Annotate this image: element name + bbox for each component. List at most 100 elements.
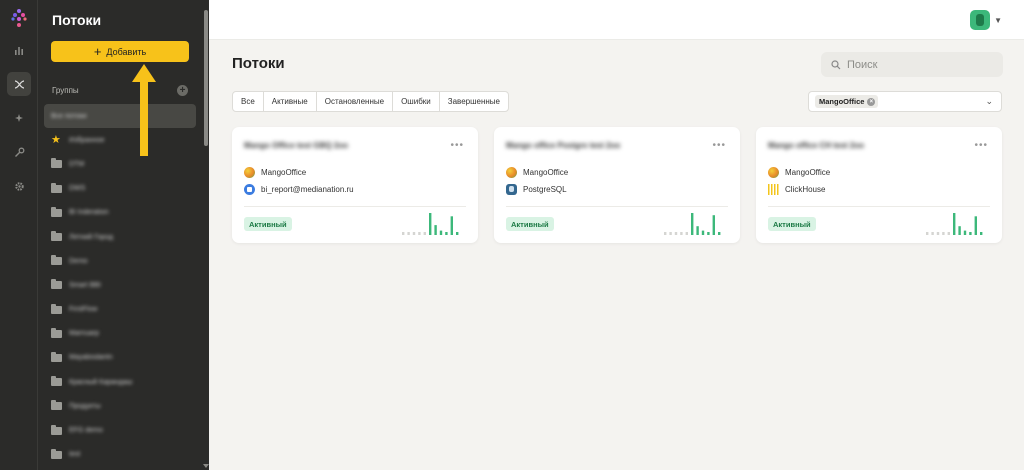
gear-icon[interactable] — [7, 174, 31, 198]
activity-bar — [963, 230, 967, 235]
group-label: Летний Город — [69, 233, 114, 241]
status-badge: Активный — [768, 217, 816, 231]
status-badge: Активный — [244, 217, 292, 231]
more-menu-icon[interactable]: ••• — [450, 140, 464, 151]
icon-rail — [0, 0, 38, 470]
activity-bar — [429, 213, 432, 235]
flows-icon[interactable] — [7, 72, 31, 96]
activity-bar — [418, 232, 421, 235]
group-label: DWS — [69, 185, 86, 193]
activity-sparkline — [664, 213, 721, 235]
activity-bar — [974, 216, 977, 235]
scrollbar-thumb[interactable] — [204, 10, 208, 146]
activity-bar — [434, 225, 437, 235]
folder-icon — [51, 448, 62, 459]
target-label: PostgreSQL — [523, 185, 567, 194]
star-icon: ★ — [51, 133, 61, 146]
target-label: ClickHouse — [785, 185, 826, 194]
sidebar-group-item[interactable]: DWS — [44, 177, 196, 201]
tab-active[interactable]: Активные — [264, 92, 317, 111]
add-group-icon[interactable]: + — [177, 84, 188, 96]
sidebar-group-item[interactable]: FirstFlow — [44, 298, 196, 322]
mango-icon — [244, 167, 255, 178]
more-menu-icon[interactable]: ••• — [974, 140, 988, 151]
logo-icon[interactable] — [9, 8, 29, 28]
sidebar-group-item[interactable]: Mayabisdantn — [44, 346, 196, 370]
activity-bar — [953, 213, 956, 235]
add-button-label: Добавить — [106, 46, 147, 57]
flow-target: bi_report@medianation.ru — [244, 184, 354, 195]
group-label: BI Inderation — [69, 209, 109, 217]
activity-bar — [958, 226, 961, 235]
activity-bar — [407, 232, 410, 235]
key-icon[interactable] — [7, 140, 31, 164]
more-menu-icon[interactable]: ••• — [712, 140, 726, 151]
activity-bar — [701, 230, 705, 235]
sidebar-group-item[interactable]: Smart BBI — [44, 273, 196, 297]
mango-icon — [506, 167, 517, 178]
tab-stopped[interactable]: Остановленные — [317, 92, 394, 111]
chevron-down-icon[interactable]: ⌄ — [985, 96, 993, 107]
activity-bar — [402, 232, 405, 235]
card-divider — [768, 206, 990, 207]
activity-bar — [969, 232, 972, 235]
sidebar-group-item[interactable]: Demo — [44, 249, 196, 273]
flow-card[interactable]: Mango Office test GBQ 2oo ••• MangoOffice b… — [232, 127, 478, 243]
sidebar-group-item[interactable]: EFG demo — [44, 418, 196, 442]
top-bar: ▼ — [209, 0, 1024, 40]
tab-all[interactable]: Все — [233, 92, 264, 111]
avatar[interactable] — [970, 10, 990, 30]
search-box[interactable] — [821, 52, 1003, 77]
remove-chip-icon[interactable]: × — [867, 97, 876, 106]
sidebar-group-item[interactable]: Красный Карандаш — [44, 370, 196, 394]
search-input[interactable] — [847, 58, 987, 71]
folder-icon — [51, 231, 62, 242]
folder-icon — [51, 303, 62, 314]
sidebar-group-item[interactable]: Marnuarp — [44, 322, 196, 346]
sidebar-group-item[interactable]: Продукты — [44, 394, 196, 418]
annotation-arrow — [132, 64, 156, 156]
sidebar-group-item[interactable]: test — [44, 443, 196, 467]
activity-bar — [947, 232, 950, 235]
tab-completed[interactable]: Завершенные — [440, 92, 508, 111]
google-analytics-icon — [244, 184, 255, 195]
group-label: Mayabisdantn — [69, 354, 113, 362]
page-title: Потоки — [232, 55, 285, 72]
chart-icon[interactable] — [7, 38, 31, 62]
source-filter-select[interactable]: MangoOffice × ⌄ — [808, 91, 1002, 112]
flow-source: MangoOffice — [244, 167, 306, 178]
chevron-down-icon[interactable]: ▼ — [994, 16, 1002, 25]
sparkle-icon[interactable] — [7, 106, 31, 130]
flow-title[interactable]: Mango office Postgre test 2oo — [506, 141, 620, 150]
flow-card[interactable]: Mango office CH test 2oo ••• MangoOffice Cl… — [756, 127, 1002, 243]
flow-source: MangoOffice — [506, 167, 568, 178]
folder-icon — [51, 206, 62, 217]
source-label: MangoOffice — [523, 168, 569, 177]
flow-title[interactable]: Mango office CH test 2oo — [768, 141, 864, 150]
group-label: EFG demo — [69, 427, 103, 435]
group-label: Demo — [69, 257, 88, 265]
activity-bar — [456, 232, 459, 235]
scroll-down-icon[interactable] — [203, 464, 209, 468]
sidebar-group-item[interactable]: Летний Город — [44, 225, 196, 249]
filter-chip: MangoOffice × — [815, 95, 879, 108]
group-label: DTM — [69, 160, 85, 168]
activity-bar — [696, 226, 699, 235]
activity-bar — [423, 232, 426, 235]
group-label: FirstFlow — [69, 306, 98, 314]
activity-bar — [980, 232, 983, 235]
search-icon — [831, 59, 841, 69]
sidebar-scrollbar[interactable] — [203, 6, 209, 468]
sidebar-group-item[interactable]: BI Inderation — [44, 201, 196, 225]
tab-errors[interactable]: Ошибки — [393, 92, 440, 111]
sidebar-group-item[interactable]: DTM — [44, 152, 196, 176]
panel-title: Потоки — [52, 12, 102, 28]
activity-bar — [680, 232, 683, 235]
sidebar-group-item[interactable]: Все потоки — [44, 104, 196, 129]
add-button[interactable]: + Добавить — [51, 41, 189, 62]
source-label: MangoOffice — [261, 168, 307, 177]
sidebar-group-item[interactable]: ★ Избранное — [44, 128, 196, 152]
flow-card[interactable]: Mango office Postgre test 2oo ••• MangoOff… — [494, 127, 740, 243]
activity-bar — [450, 216, 453, 235]
flow-title[interactable]: Mango Office test GBQ 2oo — [244, 141, 348, 150]
